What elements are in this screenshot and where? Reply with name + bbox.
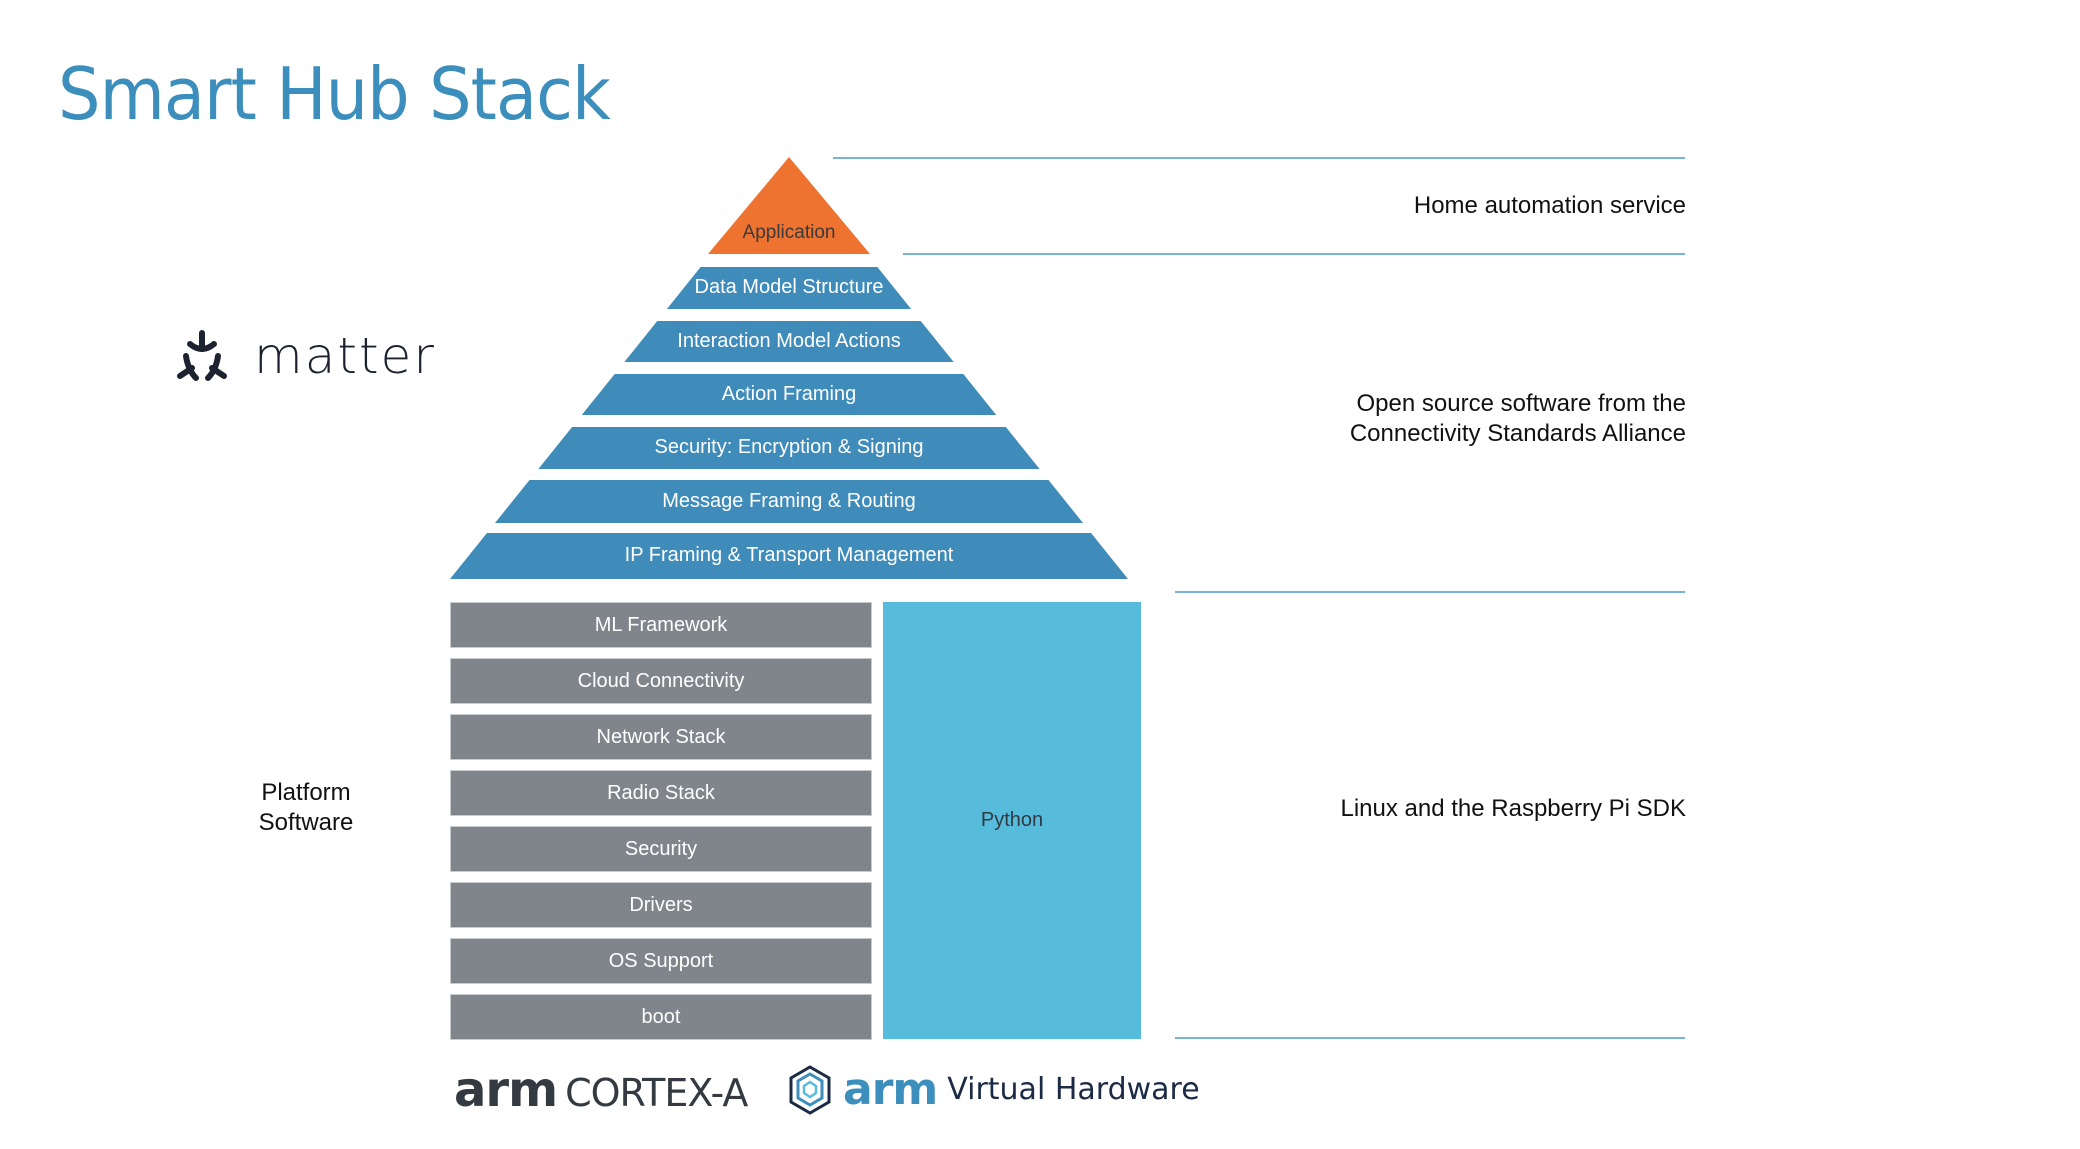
platform-box: Drivers: [450, 882, 872, 928]
matter-annotation-line2: Connectivity Standards Alliance: [1349, 420, 1686, 447]
arm-virtual-hardware-logo: arm Virtual Hardware: [789, 1064, 1200, 1115]
matter-annotation-line1: Open source software from the: [1356, 390, 1686, 417]
vh-arm-wordmark: arm: [843, 1064, 938, 1115]
arm-cortex-a-logo: arm CORTEX-A: [454, 1062, 748, 1118]
platform-software-label: Platform Software: [230, 778, 382, 838]
platform-label-line1: Platform: [261, 779, 351, 806]
pyramid-band-label: Security: Encryption & Signing: [654, 436, 924, 458]
cortex-a-text: CORTEX-A: [565, 1071, 748, 1115]
matter-logo: matter: [174, 330, 436, 382]
platform-box: Network Stack: [450, 714, 872, 760]
pyramid-band-label: IP Framing & Transport Management: [624, 544, 954, 566]
platform-box: boot: [450, 994, 872, 1040]
platform-box: Radio Stack: [450, 770, 872, 816]
python-label: Python: [980, 809, 1044, 831]
divider-line-bottom: [1175, 1037, 1685, 1039]
pyramid-band-label: Data Model Structure: [694, 276, 884, 298]
platform-box: Cloud Connectivity: [450, 658, 872, 704]
matter-annotation: Open source software from the Connectivi…: [1350, 389, 1686, 449]
python-box: Python: [883, 602, 1141, 1039]
pyramid-band-label: Interaction Model Actions: [677, 329, 901, 352]
pyramid-band-label: Action Framing: [721, 382, 857, 405]
platform-box: OS Support: [450, 938, 872, 984]
platform-annotation: Linux and the Raspberry Pi SDK: [1340, 795, 1686, 822]
application-label: Application: [742, 222, 836, 243]
hexagon-cube-icon: [789, 1064, 831, 1115]
arm-wordmark: arm: [454, 1062, 558, 1118]
matter-logo-icon: [177, 330, 227, 381]
platform-label-line2: Software: [258, 809, 354, 836]
pyramid-band-label: Message Framing & Routing: [662, 489, 916, 512]
divider-line-application: [903, 253, 1685, 255]
virtual-hardware-text: Virtual Hardware: [947, 1072, 1200, 1107]
platform-box: ML Framework: [450, 602, 872, 648]
divider-line-top: [833, 157, 1685, 159]
application-annotation: Home automation service: [1413, 192, 1686, 219]
platform-box: Security: [450, 826, 872, 872]
divider-line-matter: [1175, 591, 1685, 593]
matter-logo-text: matter: [254, 327, 436, 385]
